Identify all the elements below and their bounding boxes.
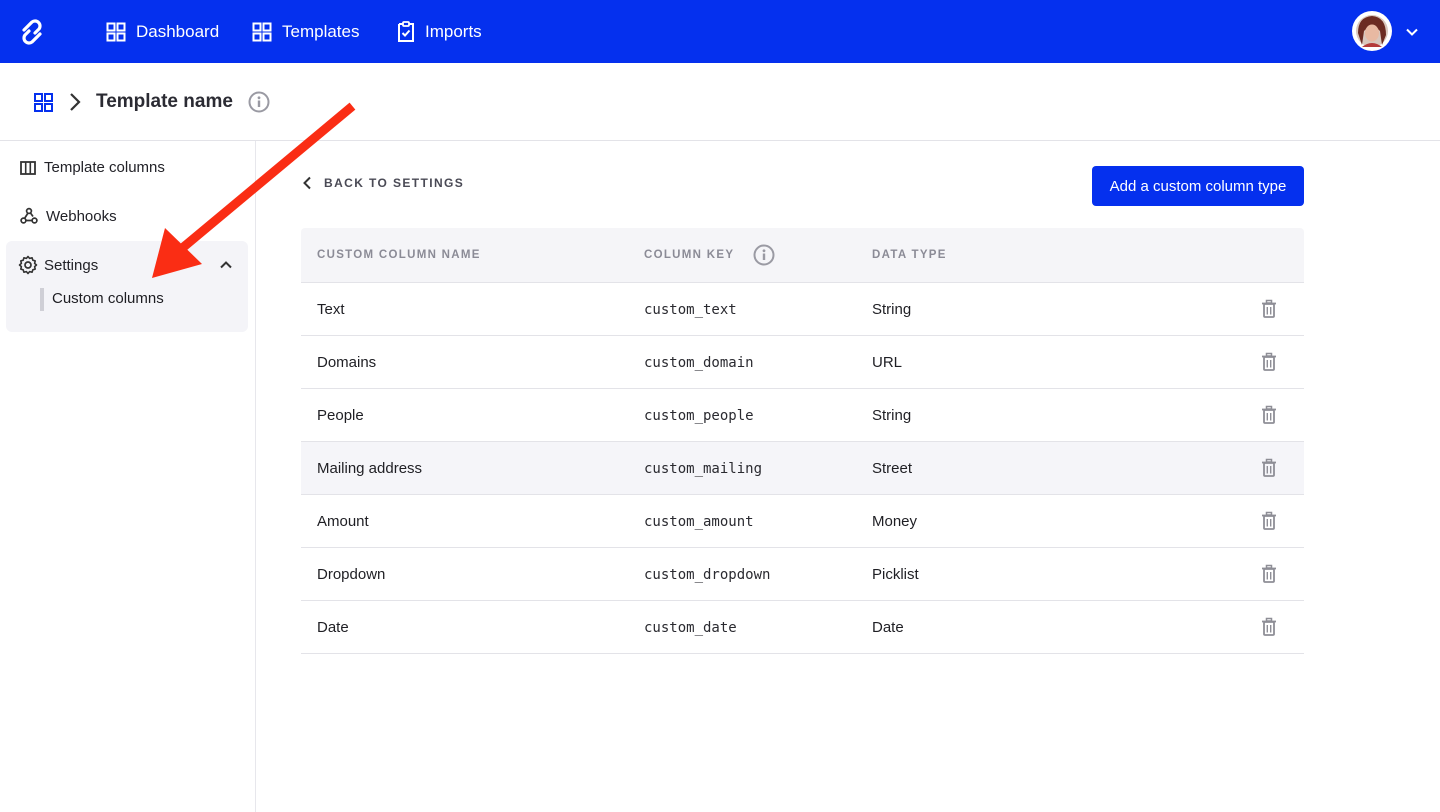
delete-row-button[interactable]	[1259, 617, 1279, 642]
nav-imports-label: Imports	[425, 22, 482, 41]
chevron-up-icon[interactable]	[218, 257, 234, 273]
nav-templates-label: Templates	[282, 22, 360, 41]
sidebar-item-label: Settings	[44, 256, 99, 274]
cell-column-key: custom_domain	[644, 355, 754, 371]
avatar-image	[1353, 12, 1391, 50]
chevron-left-icon	[303, 176, 311, 190]
trash-icon	[1262, 405, 1276, 424]
nav-imports[interactable]: Imports	[397, 20, 482, 44]
cell-column-key: custom_date	[644, 620, 737, 636]
gear-icon	[18, 255, 38, 275]
sidebar-group-settings: Settings Custom columns	[6, 241, 248, 332]
cell-data-type: Date	[872, 619, 904, 636]
cell-data-type: String	[872, 301, 912, 318]
grid-icon	[252, 22, 272, 42]
trash-icon	[1262, 458, 1276, 477]
cell-column-name: People	[317, 407, 364, 424]
table-body: Text custom_text String Domains custom_domai…	[301, 283, 1304, 654]
trash-icon	[1262, 617, 1276, 636]
cell-column-name: Dropdown	[317, 566, 386, 583]
cell-column-key: custom_dropdown	[644, 567, 771, 583]
grid-icon[interactable]	[34, 93, 53, 112]
cell-column-name: Text	[317, 301, 345, 318]
columns-icon	[20, 160, 36, 175]
chevron-down-icon[interactable]	[1404, 24, 1420, 40]
sidebar-item-custom-columns[interactable]: Custom columns	[52, 290, 164, 307]
table-header: CUSTOM COLUMN NAME COLUMN KEY DATA TYPE	[301, 228, 1304, 283]
cell-column-name: Amount	[317, 513, 369, 530]
column-header-name: CUSTOM COLUMN NAME	[317, 249, 481, 261]
sidebar-item-settings[interactable]: Settings	[18, 255, 98, 275]
table-row[interactable]: Domains custom_domain URL	[301, 336, 1304, 389]
table-row[interactable]: Date custom_date Date	[301, 601, 1304, 654]
table-row[interactable]: Dropdown custom_dropdown Picklist	[301, 548, 1304, 601]
cell-data-type: Street	[872, 460, 913, 477]
trash-icon	[1262, 511, 1276, 530]
chevron-right-icon	[70, 93, 81, 111]
trash-icon	[1262, 299, 1276, 318]
active-indicator	[40, 288, 44, 311]
cell-column-key: custom_amount	[644, 514, 754, 530]
cell-column-key: custom_mailing	[644, 461, 763, 477]
cell-data-type: String	[872, 407, 912, 424]
sidebar-item-webhooks[interactable]: Webhooks	[20, 207, 117, 225]
table-row[interactable]: Amount custom_amount Money	[301, 495, 1304, 548]
cell-column-name: Domains	[317, 354, 377, 371]
trash-icon	[1262, 564, 1276, 583]
sidebar-item-label: Template columns	[44, 159, 165, 176]
grid-icon	[106, 22, 126, 42]
cell-column-key: custom_people	[644, 408, 754, 424]
table-row[interactable]: Mailing address custom_mailing Street	[301, 442, 1304, 495]
nav-dashboard-label: Dashboard	[136, 22, 220, 41]
column-header-key: COLUMN KEY	[644, 249, 735, 261]
back-to-settings-link[interactable]: BACK TO SETTINGS	[302, 176, 464, 190]
delete-row-button[interactable]	[1259, 511, 1279, 536]
back-link-label: BACK TO SETTINGS	[324, 176, 465, 190]
user-avatar[interactable]	[1352, 11, 1392, 51]
delete-row-button[interactable]	[1259, 564, 1279, 589]
info-icon[interactable]	[753, 244, 775, 266]
cell-data-type: Money	[872, 513, 918, 530]
cell-data-type: Picklist	[872, 566, 919, 583]
column-header-data-type: DATA TYPE	[872, 249, 947, 261]
page-title: Template name	[96, 91, 233, 112]
cell-column-name: Mailing address	[317, 460, 423, 477]
custom-columns-table: CUSTOM COLUMN NAME COLUMN KEY DATA TYPE …	[301, 228, 1304, 654]
sidebar-item-template-columns[interactable]: Template columns	[20, 159, 165, 176]
nav-templates[interactable]: Templates	[252, 20, 359, 44]
page-header: Template name	[0, 63, 1440, 141]
nav-dashboard[interactable]: Dashboard	[106, 20, 219, 44]
delete-row-button[interactable]	[1259, 299, 1279, 324]
add-custom-column-type-button[interactable]: Add a custom column type	[1092, 166, 1304, 206]
sidebar-item-label: Webhooks	[46, 207, 117, 225]
delete-row-button[interactable]	[1259, 458, 1279, 483]
delete-row-button[interactable]	[1259, 405, 1279, 430]
cell-column-name: Date	[317, 619, 349, 636]
cell-data-type: URL	[872, 354, 903, 371]
delete-row-button[interactable]	[1259, 352, 1279, 377]
brand-logo[interactable]	[16, 16, 48, 48]
top-navigation-bar: Dashboard Templates Imports	[0, 0, 1440, 63]
clipboard-check-icon	[398, 21, 414, 42]
webhook-icon	[20, 207, 38, 224]
sidebar: Template columns Webhooks Settings Custo…	[0, 141, 256, 812]
trash-icon	[1262, 352, 1276, 371]
cell-column-key: custom_text	[644, 302, 737, 318]
info-icon[interactable]	[248, 91, 270, 113]
table-row[interactable]: Text custom_text String	[301, 283, 1304, 336]
table-row[interactable]: People custom_people String	[301, 389, 1304, 442]
